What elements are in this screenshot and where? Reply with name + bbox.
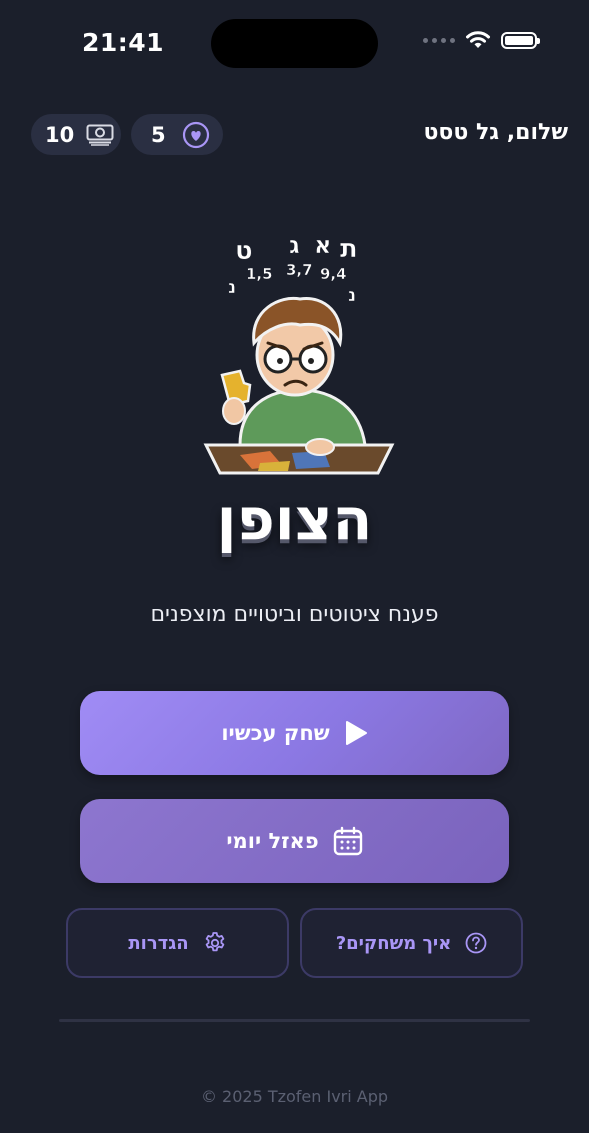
play-icon <box>345 721 367 745</box>
gear-icon <box>205 932 224 952</box>
floating-letter: נ <box>348 285 356 306</box>
coins-count: 10 <box>45 122 75 147</box>
daily-puzzle-button[interactable]: פאזל יומי <box>80 799 509 883</box>
floating-letter: ג <box>289 231 300 259</box>
floating-number: 9,4 <box>320 265 347 283</box>
floating-letter: נ <box>228 277 236 298</box>
floating-letter: ט <box>235 236 253 266</box>
signal-icon <box>423 37 455 43</box>
floating-number: 1,5 <box>246 265 273 283</box>
greeting-text: שלום, גל טסט <box>423 120 568 145</box>
dynamic-island <box>211 19 378 68</box>
how-to-play-label: איך משחקים? <box>335 932 452 954</box>
play-now-button[interactable]: שחק עכשיו <box>80 691 509 775</box>
settings-label: הגדרות <box>128 932 189 954</box>
battery-icon <box>501 31 540 49</box>
how-to-play-button[interactable]: איך משחקים? <box>300 908 523 978</box>
daily-puzzle-label: פאזל יומי <box>226 829 319 853</box>
wifi-icon <box>466 31 490 48</box>
header: 10 5 שלום, גל טסט <box>31 114 568 156</box>
copyright-footer: © 2025 Tzofen Ivri App <box>200 1087 389 1106</box>
hero-illustration: ת א ג ט 1,5 3,7 9,4 נ נ <box>203 231 395 475</box>
hearts-badge[interactable]: 5 <box>131 114 223 155</box>
divider <box>59 1019 530 1022</box>
status-time: 21:41 <box>82 28 165 57</box>
status-bar: 21:41 <box>0 0 589 88</box>
question-icon <box>465 932 487 954</box>
coins-badge[interactable]: 10 <box>31 114 121 155</box>
floating-letter: ת <box>340 234 358 264</box>
money-icon <box>86 124 114 146</box>
heart-icon <box>182 121 209 148</box>
status-icons <box>423 30 540 50</box>
floating-letter: א <box>314 231 331 259</box>
floating-number: 3,7 <box>286 261 313 279</box>
tagline: פענח ציטוטים וביטויים מוצפנים <box>150 602 439 627</box>
play-now-label: שחק עכשיו <box>221 721 330 745</box>
hearts-count: 5 <box>151 122 166 147</box>
calendar-icon <box>333 826 362 856</box>
settings-button[interactable]: הגדרות <box>66 908 289 978</box>
app-title: הצופן <box>216 485 373 553</box>
